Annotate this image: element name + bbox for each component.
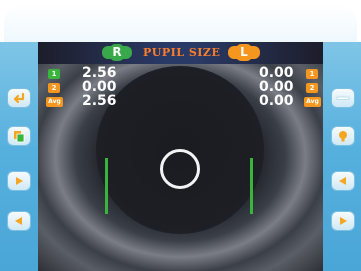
screen-header: R PUPIL SIZE L: [38, 42, 323, 64]
measurement-badge: 1: [48, 69, 60, 79]
play-right-icon: [332, 212, 354, 230]
measurement-badge: Avg: [304, 97, 321, 107]
previous-button-right[interactable]: [332, 172, 354, 190]
next-button-right[interactable]: [332, 212, 354, 230]
left-caliper-bar[interactable]: [105, 158, 108, 214]
pupil-measure-ring: [160, 149, 200, 189]
play-left-icon: [8, 212, 30, 230]
measurement-badge: 2: [306, 83, 318, 93]
previous-button[interactable]: [8, 212, 30, 230]
play-left-icon: [332, 172, 354, 190]
measurement-badge: Avg: [46, 97, 63, 107]
display-screen: R PUPIL SIZE L 1 2.56 2 0.00 Avg 2.56 0.…: [38, 42, 323, 271]
right-caliper-bar[interactable]: [250, 158, 253, 214]
copy-button[interactable]: [8, 127, 30, 145]
measurement-badge: 2: [48, 83, 60, 93]
left-eye-label: L: [236, 44, 252, 61]
light-button[interactable]: [332, 127, 354, 145]
play-right-icon: [8, 172, 30, 190]
minus-icon: [332, 89, 354, 107]
device-top-cap: [4, 4, 357, 42]
next-button[interactable]: [8, 172, 30, 190]
return-icon: [8, 89, 30, 107]
device: R PUPIL SIZE L 1 2.56 2 0.00 Avg 2.56 0.…: [0, 0, 361, 271]
return-button[interactable]: [8, 89, 30, 107]
measurement-badge: 1: [306, 69, 318, 79]
left-value-avg: 0.00: [259, 93, 294, 109]
lightbulb-icon: [332, 127, 354, 145]
screen-title: PUPIL SIZE: [143, 46, 221, 59]
right-eye-label: R: [110, 44, 124, 61]
minus-button[interactable]: [332, 89, 354, 107]
right-value-avg: 2.56: [82, 93, 117, 109]
copy-icon: [8, 127, 30, 145]
